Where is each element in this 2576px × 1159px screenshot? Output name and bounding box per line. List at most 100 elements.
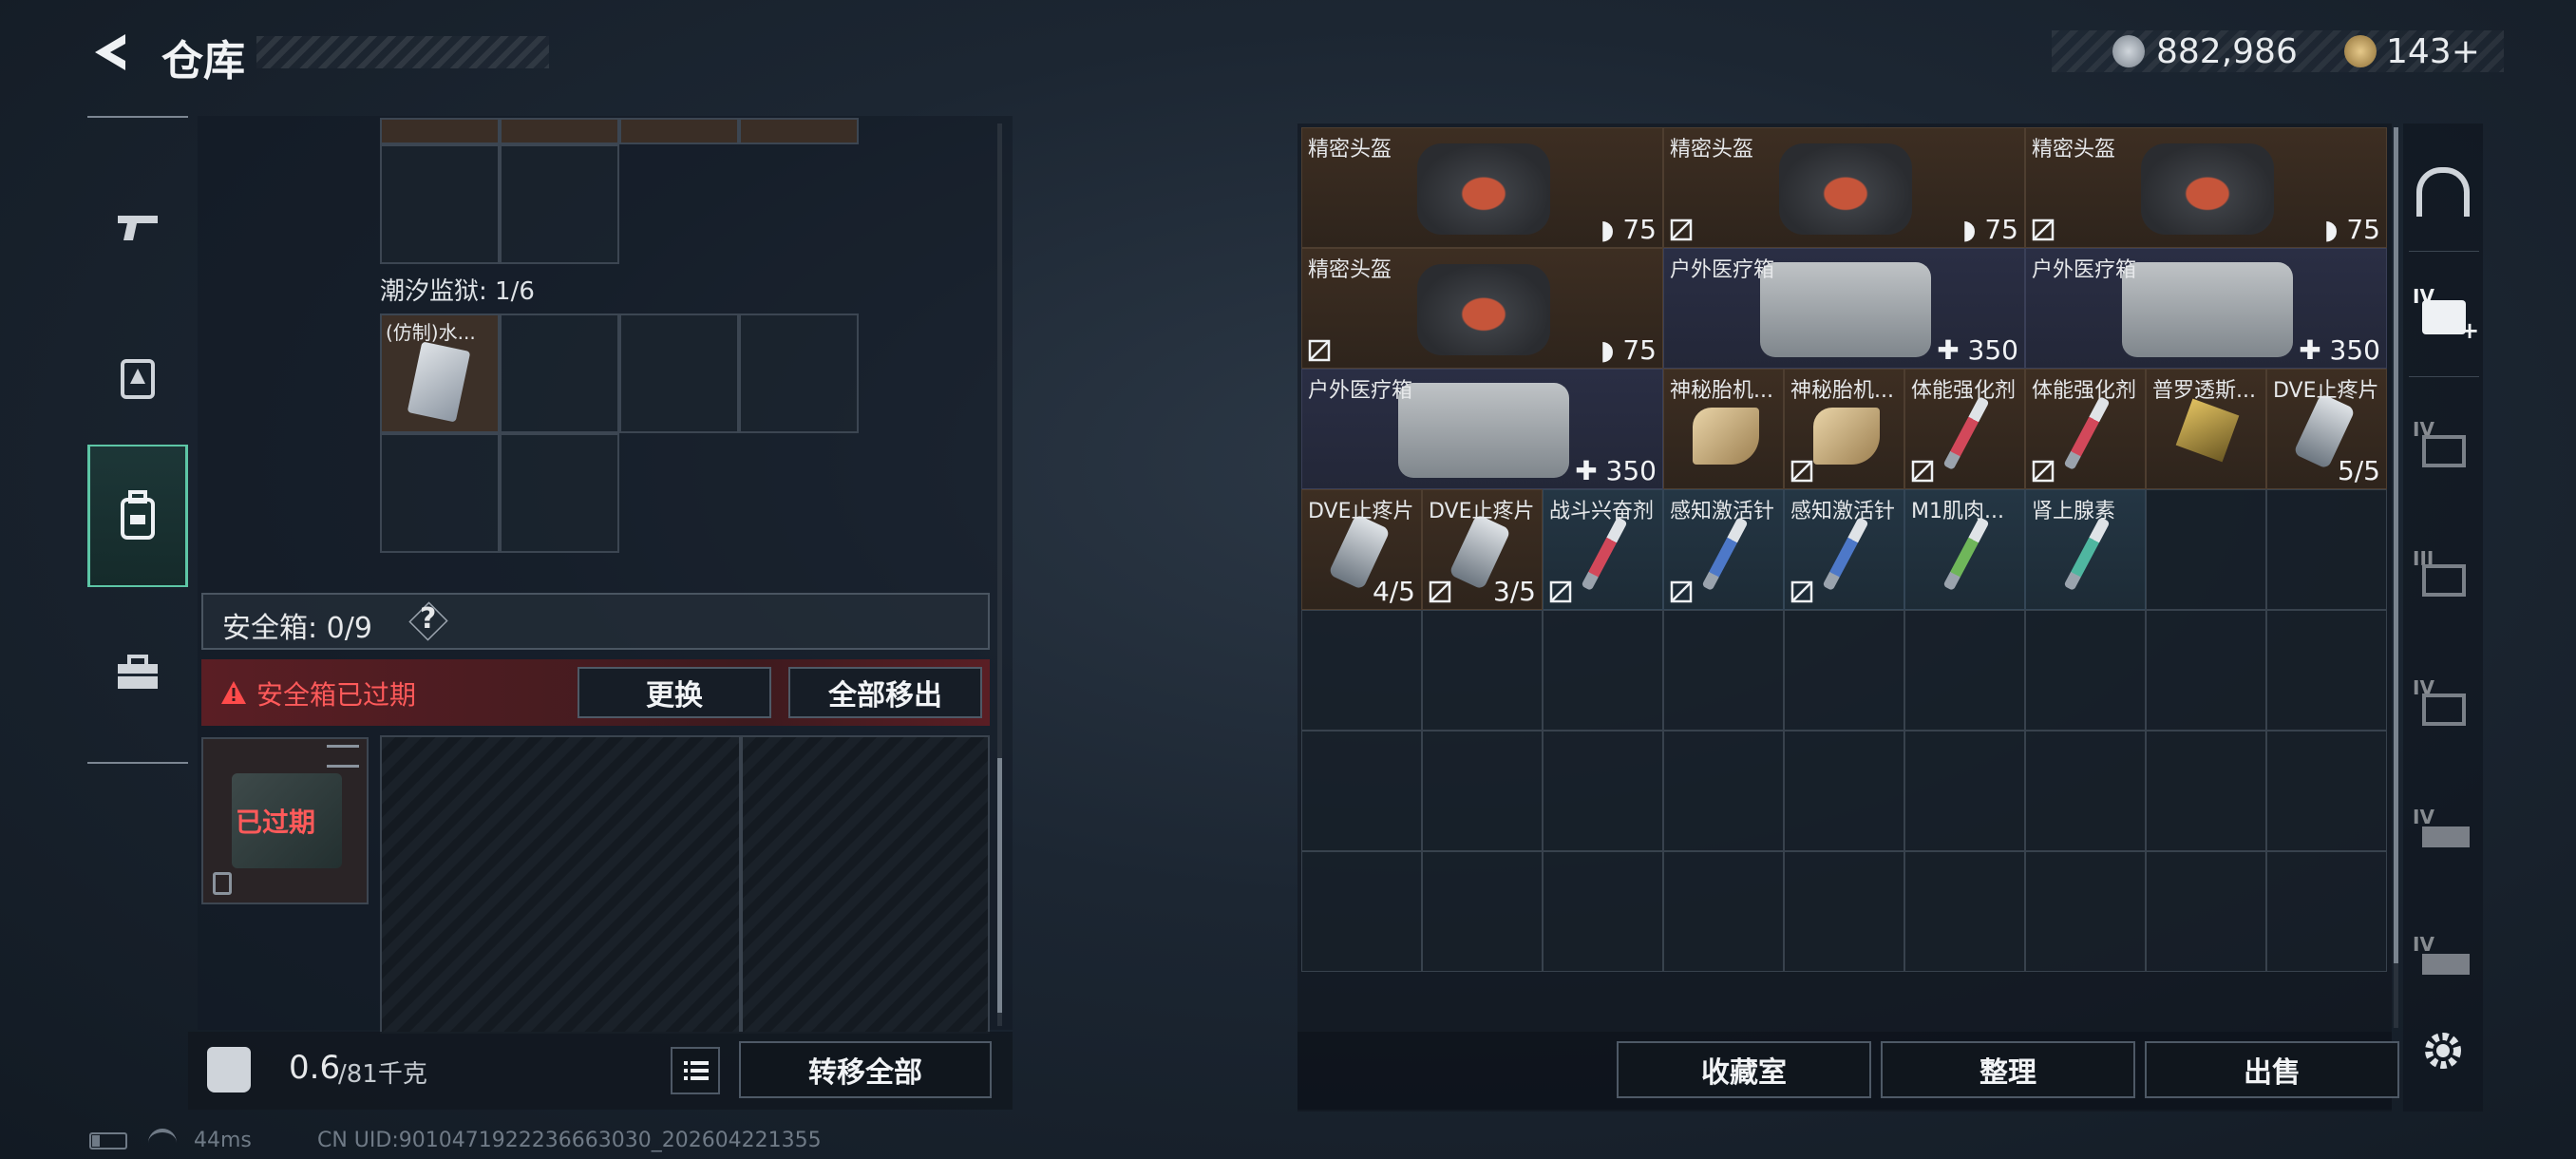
left-scrollbar-thumb[interactable] — [997, 758, 1002, 1013]
stash-cell[interactable] — [2025, 610, 2146, 731]
container-cell[interactable] — [380, 144, 500, 264]
stash-cell[interactable] — [1904, 851, 2025, 972]
gold-amount[interactable]: 143+ — [2386, 32, 2480, 71]
medical-tab[interactable]: IV + — [2413, 285, 2479, 344]
stash-item[interactable]: 感知激活针 — [1784, 489, 1904, 610]
container-cell[interactable] — [500, 433, 619, 553]
stash-item[interactable]: 精密头盔 ◗ 75 — [1301, 248, 1663, 369]
armor-tab[interactable]: IV — [2413, 676, 2479, 733]
heal-value: ✚ 350 — [1937, 334, 2018, 366]
stash-item[interactable]: 神秘胎机... — [1663, 369, 1784, 489]
transfer-all-button[interactable]: 转移全部 — [739, 1041, 992, 1098]
stash-item[interactable]: 普罗透斯... — [2146, 369, 2266, 489]
stash-cell[interactable] — [1784, 731, 1904, 851]
stash-item[interactable]: 精密头盔 ◗ 75 — [2025, 127, 2387, 248]
settings-button[interactable] — [2420, 1028, 2466, 1074]
stash-cell[interactable] — [1422, 851, 1543, 972]
stash-item[interactable]: 户外医疗箱 ✚ 350 — [1301, 369, 1663, 489]
list-icon — [684, 1061, 709, 1080]
stash-item[interactable]: 神秘胎机... — [1784, 369, 1904, 489]
stash-cell[interactable] — [1784, 610, 1904, 731]
stash-cell[interactable] — [1301, 610, 1422, 731]
sidebar-equipment[interactable] — [87, 308, 188, 450]
ping-text: 44ms — [194, 1129, 252, 1152]
container-cell[interactable] — [500, 144, 619, 264]
item-name: 体能强化剂 — [1911, 379, 2017, 403]
stash-cell[interactable] — [1422, 731, 1543, 851]
stash-cell[interactable] — [2025, 731, 2146, 851]
stash-item[interactable]: DVE止疼片 4/5 — [1301, 489, 1422, 610]
durability-value: ◗ 75 — [2323, 214, 2380, 245]
expired-safebox-slot[interactable]: 已过期 — [201, 737, 369, 904]
currency-bar: 882,986 143+ — [2052, 30, 2504, 72]
container-cell[interactable] — [380, 433, 500, 553]
sidebar-case[interactable] — [87, 602, 188, 745]
container-cell[interactable] — [500, 314, 619, 433]
stash-cell[interactable] — [1784, 851, 1904, 972]
stash-item[interactable]: DVE止疼片 5/5 — [2266, 369, 2387, 489]
weapon-tab[interactable]: IV — [2413, 806, 2479, 863]
stash-item[interactable]: DVE止疼片 3/5 — [1422, 489, 1543, 610]
stash-cell[interactable] — [1301, 731, 1422, 851]
stash-cell[interactable] — [1543, 851, 1663, 972]
container-cell[interactable] — [619, 118, 739, 144]
sort-button[interactable]: 整理 — [1881, 1041, 2135, 1098]
right-scrollbar-thumb[interactable] — [2394, 127, 2398, 963]
help-icon[interactable]: ? — [420, 602, 436, 636]
ammo-tab[interactable]: IV — [2413, 933, 2479, 980]
stash-cell[interactable] — [2146, 610, 2266, 731]
stash-cell[interactable] — [1422, 610, 1543, 731]
collection-button[interactable]: 收藏室 — [1617, 1041, 1871, 1098]
stash-cell[interactable] — [2146, 489, 2266, 610]
medkit-icon — [1397, 383, 1569, 478]
stash-item[interactable]: 精密头盔 ◗ 75 — [1663, 127, 2025, 248]
gun-icon — [2422, 826, 2470, 847]
move-all-out-button[interactable]: 全部移出 — [788, 667, 982, 718]
stash-item[interactable]: 战斗兴奋剂 — [1543, 489, 1663, 610]
helmet-icon — [1778, 143, 1912, 235]
helmet-tab-icon[interactable] — [2416, 167, 2470, 217]
prison-item-slot[interactable]: (仿制)水... — [380, 314, 500, 433]
container-cell[interactable] — [380, 118, 500, 144]
item-name: DVE止疼片 — [1308, 500, 1414, 523]
sell-button[interactable]: 出售 — [2145, 1041, 2399, 1098]
rail-divider — [2409, 251, 2479, 252]
stash-item[interactable]: 体能强化剂 — [1904, 369, 2025, 489]
uses-count: 5/5 — [2337, 455, 2380, 486]
stash-cell[interactable] — [2025, 851, 2146, 972]
stash-cell[interactable] — [1301, 851, 1422, 972]
swap-icon[interactable] — [327, 745, 359, 768]
back-button[interactable] — [87, 28, 135, 76]
stash-cell[interactable] — [2266, 610, 2387, 731]
list-view-button[interactable] — [671, 1047, 720, 1094]
stash-item[interactable]: 肾上腺素 — [2025, 489, 2146, 610]
stash-cell[interactable] — [1663, 731, 1784, 851]
item-name: 神秘胎机... — [1790, 379, 1894, 403]
replace-button[interactable]: 更换 — [578, 667, 771, 718]
stash-item[interactable]: M1肌肉... — [1904, 489, 2025, 610]
tools-tab[interactable]: III — [2413, 547, 2479, 604]
stash-cell[interactable] — [2146, 731, 2266, 851]
stash-item[interactable]: 体能强化剂 — [2025, 369, 2146, 489]
stash-cell[interactable] — [2146, 851, 2266, 972]
sidebar-backpack[interactable] — [87, 445, 188, 587]
container-cell[interactable] — [739, 118, 859, 144]
stash-cell[interactable] — [1663, 851, 1784, 972]
container-cell[interactable] — [619, 314, 739, 433]
sidebar-weapons[interactable] — [87, 156, 188, 298]
stash-cell[interactable] — [1904, 731, 2025, 851]
stash-cell[interactable] — [2266, 731, 2387, 851]
stash-item[interactable]: 户外医疗箱 ✚ 350 — [1663, 248, 2025, 369]
stash-item[interactable]: 精密头盔 ◗ 75 — [1301, 127, 1663, 248]
container-cell[interactable] — [500, 118, 619, 144]
stash-item[interactable]: 感知激活针 — [1663, 489, 1784, 610]
stash-item[interactable]: 户外医疗箱 ✚ 350 — [2025, 248, 2387, 369]
stash-cell[interactable] — [2266, 851, 2387, 972]
folder-tab[interactable]: IV — [2413, 418, 2479, 475]
stash-cell[interactable] — [2266, 489, 2387, 610]
stash-cell[interactable] — [1543, 610, 1663, 731]
stash-cell[interactable] — [1543, 731, 1663, 851]
stash-cell[interactable] — [1663, 610, 1784, 731]
stash-cell[interactable] — [1904, 610, 2025, 731]
container-cell[interactable] — [739, 314, 859, 433]
